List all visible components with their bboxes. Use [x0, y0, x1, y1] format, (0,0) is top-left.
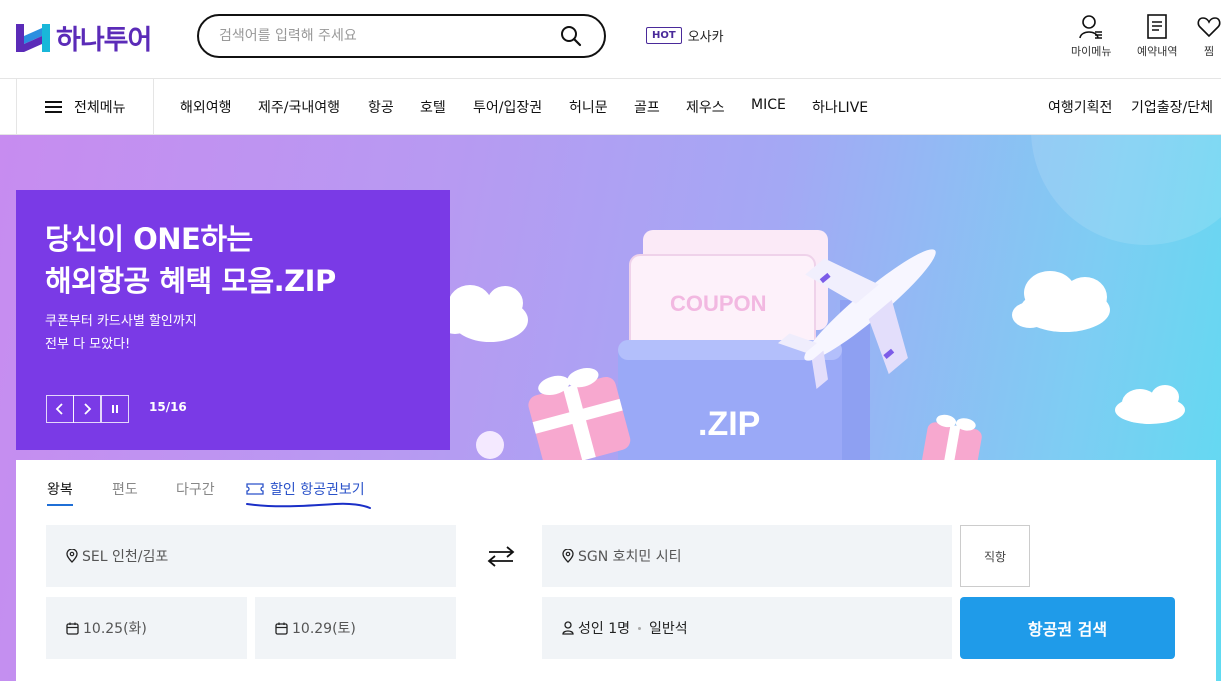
- departure-value: SEL 인천/김포: [82, 549, 169, 565]
- promo-box: 당신이 ONE하는 해외항공 혜택 모음.ZIP 쿠폰부터 카드사별 할인까지 …: [16, 190, 450, 450]
- prev-slide-button[interactable]: [46, 395, 74, 423]
- search-input[interactable]: [219, 26, 549, 46]
- nav-flights[interactable]: 항공: [368, 97, 394, 117]
- handwritten-underline: [246, 502, 371, 509]
- cloud-right: [1012, 271, 1110, 332]
- nav-honeymoon[interactable]: 허니문: [569, 97, 608, 117]
- location-pin-icon: [66, 549, 78, 563]
- nav-business-group[interactable]: 기업출장/단체: [1131, 97, 1213, 117]
- calendar-icon: [275, 622, 288, 635]
- all-menu-button[interactable]: 전체메뉴: [16, 79, 154, 135]
- pause-slide-button[interactable]: [101, 395, 129, 423]
- site-header: 하나투어 HOT 오사카 마이메뉴 예약내역: [0, 0, 1221, 78]
- tab-multi-city[interactable]: 다구간: [176, 479, 215, 499]
- user-icon: [1079, 15, 1103, 39]
- promo-title: 당신이 ONE하는 해외항공 혜택 모음.ZIP: [45, 218, 445, 302]
- my-menu-button[interactable]: 마이메뉴: [1071, 14, 1111, 59]
- nav-jeju-domestic[interactable]: 제주/국내여행: [258, 97, 340, 117]
- hot-keyword[interactable]: HOT 오사카: [646, 26, 724, 45]
- hot-badge: HOT: [646, 27, 682, 44]
- nav-hotels[interactable]: 호텔: [420, 97, 446, 117]
- cloud-left: [437, 285, 528, 342]
- search-icon[interactable]: [560, 25, 582, 47]
- ticket-icon: [246, 483, 264, 495]
- chevron-right-icon: [84, 403, 92, 415]
- depart-date-field[interactable]: 10.25(화): [46, 597, 247, 659]
- wishlist-label: 찜: [1203, 45, 1215, 58]
- coupon-text: COUPON: [670, 291, 767, 316]
- nav-promotions[interactable]: 여행기획전: [1048, 97, 1112, 117]
- nav-golf[interactable]: 골프: [634, 97, 660, 117]
- swap-icon[interactable]: [486, 544, 516, 568]
- nav-zeus[interactable]: 제우스: [686, 97, 725, 117]
- hamburger-icon: [45, 100, 62, 114]
- chevron-left-icon: [55, 403, 63, 415]
- passenger-field[interactable]: 성인 1명 일반석: [542, 597, 952, 659]
- reservation-button[interactable]: 예약내역: [1137, 14, 1177, 59]
- discount-tab-label: 할인 항공권보기: [270, 482, 365, 498]
- my-menu-label: 마이메뉴: [1071, 45, 1112, 58]
- all-menu-label: 전체메뉴: [74, 100, 126, 116]
- logo[interactable]: 하나투어: [16, 18, 152, 57]
- wishlist-button[interactable]: 찜: [1197, 14, 1221, 59]
- tab-one-way[interactable]: 편도: [112, 479, 138, 499]
- seat-class-value: 일반석: [649, 621, 688, 637]
- promo-description: 쿠폰부터 카드사별 할인까지 전부 다 모았다!: [45, 310, 345, 356]
- depart-date-value: 10.25(화): [83, 621, 147, 637]
- search-box: [197, 14, 606, 58]
- pause-icon: [112, 405, 118, 413]
- promo-desc-line1: 쿠폰부터 카드사별 할인까지: [45, 314, 197, 329]
- heart-icon: [1197, 17, 1221, 38]
- return-date-field[interactable]: 10.29(토): [255, 597, 456, 659]
- logo-icon: [16, 23, 50, 52]
- nav-hana-live[interactable]: 하나LIVE: [812, 97, 868, 117]
- document-icon: [1147, 14, 1168, 39]
- arrival-value: SGN 호치민 시티: [578, 549, 682, 565]
- cloud-small: [1115, 385, 1185, 424]
- person-icon: [562, 621, 574, 635]
- flight-booking-panel: 왕복 편도 다구간 할인 항공권보기 SEL 인천/김포 SGN 호치민 시티 …: [16, 460, 1216, 681]
- nav-mice[interactable]: MICE: [751, 97, 786, 113]
- nav-tour-tickets[interactable]: 투어/입장권: [473, 97, 542, 117]
- departure-field[interactable]: SEL 인천/김포: [46, 525, 456, 587]
- calendar-icon: [66, 622, 79, 635]
- location-pin-icon: [562, 549, 574, 563]
- tab-round-trip[interactable]: 왕복: [47, 479, 73, 506]
- hot-keyword-text: 오사카: [687, 30, 724, 45]
- search-flights-button[interactable]: 항공권 검색: [960, 597, 1175, 659]
- passenger-value: 성인 1명: [578, 621, 630, 637]
- reservation-label: 예약내역: [1137, 45, 1178, 58]
- direct-flight-toggle[interactable]: 직항: [960, 525, 1030, 587]
- promo-desc-line2: 전부 다 모았다!: [45, 337, 131, 352]
- next-slide-button[interactable]: [73, 395, 101, 423]
- tab-discount-tickets[interactable]: 할인 항공권보기: [246, 479, 365, 499]
- slide-counter: 15/16: [149, 400, 187, 414]
- arrival-field[interactable]: SGN 호치민 시티: [542, 525, 952, 587]
- main-navigation: 전체메뉴 해외여행 제주/국내여행 항공 호텔 투어/입장권 허니문 골프 제우…: [0, 78, 1221, 135]
- promo-title-line2: 해외항공 혜택 모음.ZIP: [45, 264, 336, 298]
- promo-title-line1: 당신이 ONE하는: [45, 222, 253, 256]
- zip-text: .ZIP: [698, 405, 760, 443]
- logo-text: 하나투어: [56, 25, 152, 56]
- nav-overseas-travel[interactable]: 해외여행: [180, 97, 232, 117]
- return-date-value: 10.29(토): [292, 621, 356, 637]
- separator-dot: [638, 626, 641, 630]
